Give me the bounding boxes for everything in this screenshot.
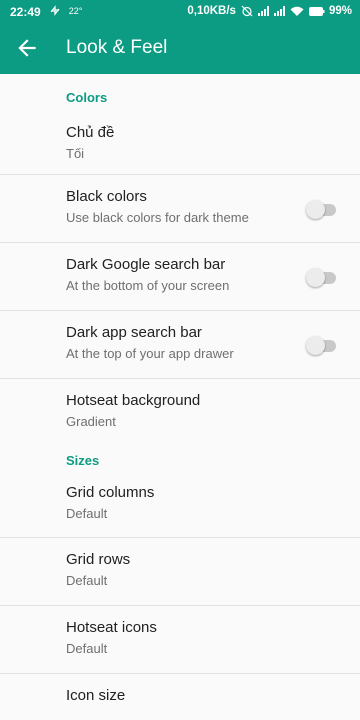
setting-black-colors[interactable]: Black colors Use black colors for dark t… bbox=[0, 175, 360, 243]
status-bar: 22:49 22° 0,10KB/s 99% bbox=[0, 0, 360, 24]
status-time: 22:49 bbox=[10, 5, 41, 19]
setting-summary: Use black colors for dark theme bbox=[66, 210, 249, 225]
dark-google-search-bar-switch[interactable] bbox=[306, 267, 336, 287]
black-colors-switch[interactable] bbox=[306, 199, 336, 219]
setting-title: Dark Google search bar bbox=[66, 256, 226, 273]
status-temperature: 22° bbox=[68, 6, 83, 16]
setting-summary: Default bbox=[66, 506, 108, 521]
dark-app-search-bar-switch[interactable] bbox=[306, 335, 336, 355]
setting-summary: Default bbox=[66, 641, 108, 656]
arrow-back-icon[interactable] bbox=[14, 35, 40, 61]
setting-summary: Tối bbox=[66, 146, 85, 161]
battery-percent: 99% bbox=[328, 5, 352, 17]
setting-grid-rows[interactable]: Grid rows Default bbox=[0, 538, 360, 606]
setting-title: Dark app search bar bbox=[66, 324, 202, 341]
setting-hotseat-background[interactable]: Hotseat background Gradient bbox=[0, 379, 360, 438]
setting-title: Grid rows bbox=[66, 551, 131, 568]
section-header-colors: Colors bbox=[66, 90, 108, 105]
setting-title: Icon size bbox=[66, 687, 126, 704]
battery-icon bbox=[308, 6, 325, 16]
setting-title: Hotseat background bbox=[66, 392, 201, 409]
signal-icon bbox=[273, 6, 285, 16]
setting-title: Grid columns bbox=[66, 484, 155, 501]
setting-dark-app-search-bar[interactable]: Dark app search bar At the top of your a… bbox=[0, 311, 360, 379]
setting-summary: At the top of your app drawer bbox=[66, 346, 234, 361]
setting-summary: At the bottom of your screen bbox=[66, 278, 230, 293]
setting-summary: Default bbox=[66, 573, 108, 588]
status-net-speed: 0,10KB/s bbox=[187, 5, 236, 17]
setting-title: Hotseat icons bbox=[66, 619, 157, 636]
wifi-icon bbox=[290, 6, 304, 17]
setting-theme[interactable]: Chủ đề Tối bbox=[0, 120, 360, 175]
settings-list: Colors Chủ đề Tối Black colors Use black… bbox=[0, 74, 360, 720]
setting-icon-size[interactable]: Icon size bbox=[0, 674, 360, 720]
setting-grid-columns[interactable]: Grid columns Default bbox=[0, 482, 360, 538]
setting-hotseat-icons[interactable]: Hotseat icons Default bbox=[0, 606, 360, 674]
app-bar: Look & Feel bbox=[0, 24, 360, 74]
sync-icon bbox=[49, 5, 61, 19]
setting-dark-google-search-bar[interactable]: Dark Google search bar At the bottom of … bbox=[0, 243, 360, 311]
setting-summary: Gradient bbox=[66, 414, 116, 429]
setting-title: Chủ đề bbox=[66, 124, 115, 141]
alarm-off-icon bbox=[241, 5, 253, 17]
section-header-sizes: Sizes bbox=[66, 453, 100, 468]
page-title: Look & Feel bbox=[66, 37, 168, 58]
signal-icon bbox=[257, 6, 269, 16]
setting-title: Black colors bbox=[66, 188, 147, 205]
